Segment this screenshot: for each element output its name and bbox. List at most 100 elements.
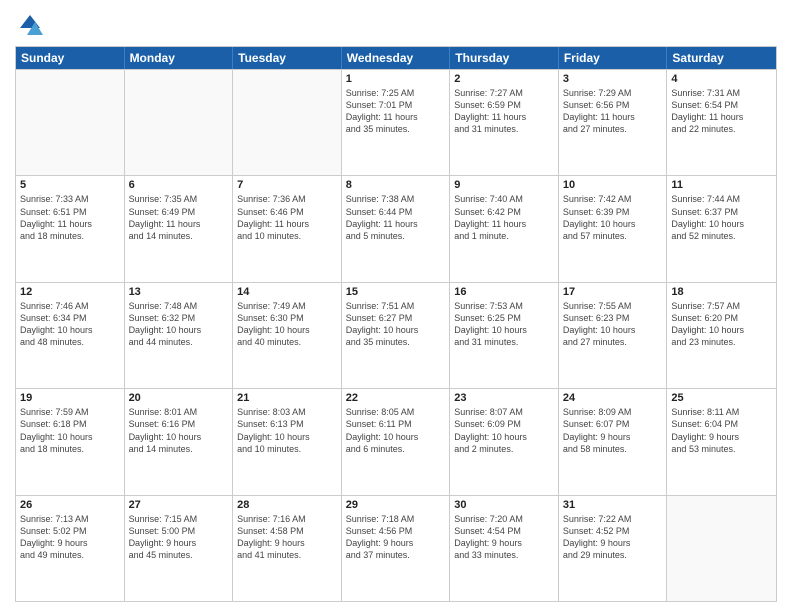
- day-info: Sunrise: 8:11 AM Sunset: 6:04 PM Dayligh…: [671, 406, 772, 455]
- calendar-cell: 19Sunrise: 7:59 AM Sunset: 6:18 PM Dayli…: [16, 389, 125, 494]
- weekday-header: Sunday: [16, 47, 125, 69]
- calendar-cell: 9Sunrise: 7:40 AM Sunset: 6:42 PM Daylig…: [450, 176, 559, 281]
- weekday-header: Thursday: [450, 47, 559, 69]
- logo-icon: [15, 10, 45, 40]
- day-number: 21: [237, 392, 337, 404]
- day-info: Sunrise: 7:33 AM Sunset: 6:51 PM Dayligh…: [20, 193, 120, 242]
- day-info: Sunrise: 7:46 AM Sunset: 6:34 PM Dayligh…: [20, 300, 120, 349]
- calendar-cell: 3 Sunrise: 7:29 AM Sunset: 6:56 PM Daylig…: [559, 70, 668, 175]
- calendar-cell: 22 Sunrise: 8:05 AM Sunset: 6:11 PM Dayli…: [342, 389, 451, 494]
- header: [15, 10, 777, 40]
- day-info: Sunrise: 7:55 AM Sunset: 6:23 PM Dayligh…: [563, 300, 663, 349]
- day-info: Sunrise: 7:35 AM Sunset: 6:49 PM Dayligh…: [129, 193, 229, 242]
- day-number: 7: [237, 179, 337, 191]
- calendar-cell: 30Sunrise: 7:20 AM Sunset: 4:54 PM Dayli…: [450, 496, 559, 601]
- day-info: Sunrise: 7:15 AM Sunset: 5:00 PM Dayligh…: [129, 513, 229, 562]
- day-info: Sunrise: 7:29 AM Sunset: 6:56 PM Dayligh…: [563, 87, 663, 136]
- day-number: 28: [237, 499, 337, 511]
- calendar-header: SundayMondayTuesdayWednesdayThursdayFrid…: [16, 47, 776, 69]
- day-info: Sunrise: 7:48 AM Sunset: 6:32 PM Dayligh…: [129, 300, 229, 349]
- day-info: Sunrise: 8:01 AM Sunset: 6:16 PM Dayligh…: [129, 406, 229, 455]
- calendar-cell: 15 Sunrise: 7:51 AM Sunset: 6:27 PM Dayli…: [342, 283, 451, 388]
- calendar-cell: [233, 70, 342, 175]
- day-info: Sunrise: 8:03 AM Sunset: 6:13 PM Dayligh…: [237, 406, 337, 455]
- calendar-cell: 20 Sunrise: 8:01 AM Sunset: 6:16 PM Dayli…: [125, 389, 234, 494]
- calendar-cell: 23 Sunrise: 8:07 AM Sunset: 6:09 PM Dayli…: [450, 389, 559, 494]
- calendar-cell: 28 Sunrise: 7:16 AM Sunset: 4:58 PM Dayli…: [233, 496, 342, 601]
- day-number: 25: [671, 392, 772, 404]
- day-info: Sunrise: 7:31 AM Sunset: 6:54 PM Dayligh…: [671, 87, 772, 136]
- day-number: 17: [563, 286, 663, 298]
- calendar-cell: 21 Sunrise: 8:03 AM Sunset: 6:13 PM Dayli…: [233, 389, 342, 494]
- calendar-cell: 13 Sunrise: 7:48 AM Sunset: 6:32 PM Dayli…: [125, 283, 234, 388]
- calendar-cell: [16, 70, 125, 175]
- calendar-cell: [667, 496, 776, 601]
- calendar-cell: 1 Sunrise: 7:25 AM Sunset: 7:01 PM Daylig…: [342, 70, 451, 175]
- weekday-header: Wednesday: [342, 47, 451, 69]
- calendar-row: 5 Sunrise: 7:33 AM Sunset: 6:51 PM Daylig…: [16, 175, 776, 281]
- day-info: Sunrise: 7:20 AM Sunset: 4:54 PM Dayligh…: [454, 513, 554, 562]
- day-number: 10: [563, 179, 663, 191]
- weekday-header: Friday: [559, 47, 668, 69]
- day-info: Sunrise: 7:13 AM Sunset: 5:02 PM Dayligh…: [20, 513, 120, 562]
- day-info: Sunrise: 7:49 AM Sunset: 6:30 PM Dayligh…: [237, 300, 337, 349]
- calendar-cell: 7 Sunrise: 7:36 AM Sunset: 6:46 PM Daylig…: [233, 176, 342, 281]
- day-info: Sunrise: 7:22 AM Sunset: 4:52 PM Dayligh…: [563, 513, 663, 562]
- day-number: 1: [346, 73, 446, 85]
- day-info: Sunrise: 7:25 AM Sunset: 7:01 PM Dayligh…: [346, 87, 446, 136]
- day-number: 27: [129, 499, 229, 511]
- day-info: Sunrise: 8:09 AM Sunset: 6:07 PM Dayligh…: [563, 406, 663, 455]
- calendar-body: 1 Sunrise: 7:25 AM Sunset: 7:01 PM Daylig…: [16, 69, 776, 601]
- calendar-cell: [125, 70, 234, 175]
- day-number: 16: [454, 286, 554, 298]
- day-number: 4: [671, 73, 772, 85]
- calendar-row: 12Sunrise: 7:46 AM Sunset: 6:34 PM Dayli…: [16, 282, 776, 388]
- day-number: 18: [671, 286, 772, 298]
- calendar-cell: 16 Sunrise: 7:53 AM Sunset: 6:25 PM Dayli…: [450, 283, 559, 388]
- calendar-cell: 18Sunrise: 7:57 AM Sunset: 6:20 PM Dayli…: [667, 283, 776, 388]
- calendar-cell: 25 Sunrise: 8:11 AM Sunset: 6:04 PM Dayli…: [667, 389, 776, 494]
- calendar-cell: 6 Sunrise: 7:35 AM Sunset: 6:49 PM Daylig…: [125, 176, 234, 281]
- calendar-row: 1 Sunrise: 7:25 AM Sunset: 7:01 PM Daylig…: [16, 69, 776, 175]
- weekday-header: Saturday: [667, 47, 776, 69]
- day-number: 3: [563, 73, 663, 85]
- calendar-cell: 2Sunrise: 7:27 AM Sunset: 6:59 PM Daylig…: [450, 70, 559, 175]
- day-info: Sunrise: 7:51 AM Sunset: 6:27 PM Dayligh…: [346, 300, 446, 349]
- day-number: 23: [454, 392, 554, 404]
- day-number: 29: [346, 499, 446, 511]
- day-number: 11: [671, 179, 772, 191]
- day-number: 6: [129, 179, 229, 191]
- calendar-cell: 17 Sunrise: 7:55 AM Sunset: 6:23 PM Dayli…: [559, 283, 668, 388]
- logo: [15, 10, 49, 40]
- day-info: Sunrise: 7:44 AM Sunset: 6:37 PM Dayligh…: [671, 193, 772, 242]
- day-info: Sunrise: 7:16 AM Sunset: 4:58 PM Dayligh…: [237, 513, 337, 562]
- day-info: Sunrise: 7:27 AM Sunset: 6:59 PM Dayligh…: [454, 87, 554, 136]
- calendar-cell: 27 Sunrise: 7:15 AM Sunset: 5:00 PM Dayli…: [125, 496, 234, 601]
- calendar-row: 19Sunrise: 7:59 AM Sunset: 6:18 PM Dayli…: [16, 388, 776, 494]
- day-number: 15: [346, 286, 446, 298]
- page: SundayMondayTuesdayWednesdayThursdayFrid…: [0, 0, 792, 612]
- day-info: Sunrise: 7:36 AM Sunset: 6:46 PM Dayligh…: [237, 193, 337, 242]
- calendar-cell: 12Sunrise: 7:46 AM Sunset: 6:34 PM Dayli…: [16, 283, 125, 388]
- calendar-cell: 24 Sunrise: 8:09 AM Sunset: 6:07 PM Dayli…: [559, 389, 668, 494]
- day-number: 26: [20, 499, 120, 511]
- day-number: 24: [563, 392, 663, 404]
- calendar-cell: 14Sunrise: 7:49 AM Sunset: 6:30 PM Dayli…: [233, 283, 342, 388]
- calendar-cell: 5 Sunrise: 7:33 AM Sunset: 6:51 PM Daylig…: [16, 176, 125, 281]
- day-number: 20: [129, 392, 229, 404]
- day-number: 31: [563, 499, 663, 511]
- calendar-cell: 8 Sunrise: 7:38 AM Sunset: 6:44 PM Daylig…: [342, 176, 451, 281]
- calendar-cell: 31 Sunrise: 7:22 AM Sunset: 4:52 PM Dayli…: [559, 496, 668, 601]
- day-info: Sunrise: 8:05 AM Sunset: 6:11 PM Dayligh…: [346, 406, 446, 455]
- day-info: Sunrise: 7:42 AM Sunset: 6:39 PM Dayligh…: [563, 193, 663, 242]
- day-number: 13: [129, 286, 229, 298]
- day-number: 5: [20, 179, 120, 191]
- day-number: 22: [346, 392, 446, 404]
- day-info: Sunrise: 7:53 AM Sunset: 6:25 PM Dayligh…: [454, 300, 554, 349]
- day-number: 19: [20, 392, 120, 404]
- day-info: Sunrise: 7:38 AM Sunset: 6:44 PM Dayligh…: [346, 193, 446, 242]
- calendar: SundayMondayTuesdayWednesdayThursdayFrid…: [15, 46, 777, 602]
- calendar-cell: 4 Sunrise: 7:31 AM Sunset: 6:54 PM Daylig…: [667, 70, 776, 175]
- day-info: Sunrise: 8:07 AM Sunset: 6:09 PM Dayligh…: [454, 406, 554, 455]
- day-number: 8: [346, 179, 446, 191]
